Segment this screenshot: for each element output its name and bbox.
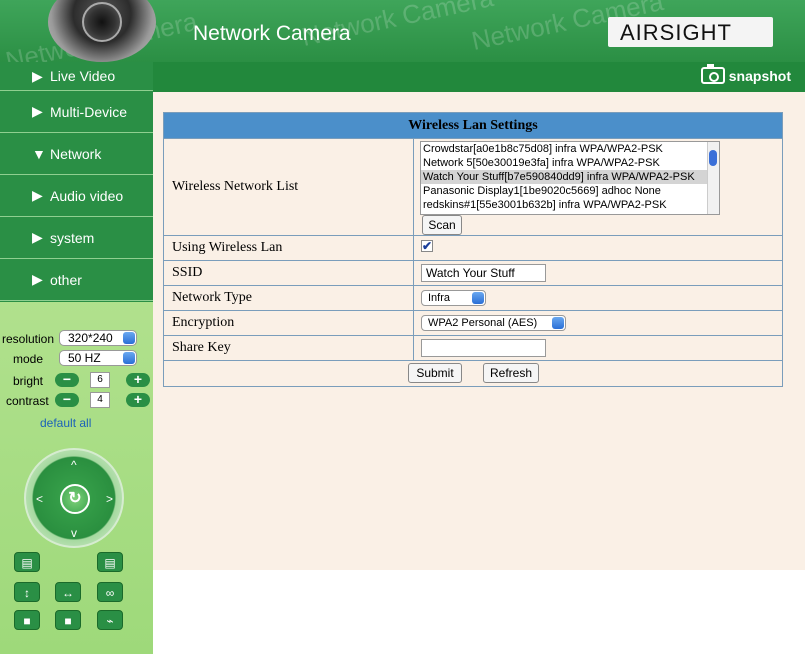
- resolution-label: resolution: [2, 332, 55, 346]
- select-arrow-icon: [123, 332, 135, 344]
- contrast-minus-button[interactable]: −: [55, 392, 79, 407]
- triangle-right-icon: ▶: [32, 103, 43, 119]
- resolution-value: 320*240: [68, 331, 113, 345]
- sidebar: ▶ Live Video ▶ Multi-Device ▼ Network ▶ …: [0, 62, 153, 654]
- camera-icon: [700, 64, 725, 84]
- triangle-right-icon: ▶: [32, 271, 43, 287]
- encryption-value: WPA2 Personal (AES): [428, 317, 538, 329]
- preset-set-icon[interactable]: ▤: [14, 552, 40, 572]
- io-switch-icon[interactable]: ⌁: [97, 610, 123, 630]
- encryption-label: Encryption: [164, 311, 414, 335]
- triangle-right-icon: ▶: [32, 67, 43, 84]
- using-wireless-checkbox[interactable]: ✔: [421, 240, 433, 252]
- pan-up-icon[interactable]: ^: [71, 458, 77, 472]
- row-network-type: Network Type Infra: [164, 286, 782, 311]
- bright-label: bright: [13, 374, 44, 388]
- preset-go-icon[interactable]: ▤: [97, 552, 123, 572]
- sidebar-item-label: other: [50, 271, 82, 288]
- triangle-right-icon: ▶: [32, 187, 43, 203]
- scrollbar-thumb[interactable]: [709, 150, 717, 166]
- sidebar-item-label: Audio video: [50, 187, 124, 204]
- ptz-center-icon[interactable]: ↻: [60, 484, 90, 514]
- bright-plus-button[interactable]: +: [126, 372, 150, 387]
- contrast-value: 4: [90, 392, 110, 408]
- sidebar-item-label: Multi-Device: [50, 103, 128, 120]
- share-key-input[interactable]: [421, 339, 546, 357]
- sidebar-item-label: system: [50, 229, 95, 246]
- sidebar-item-live-video[interactable]: ▶ Live Video: [0, 62, 153, 91]
- pan-right-icon[interactable]: >: [106, 492, 113, 506]
- share-key-label: Share Key: [164, 336, 414, 360]
- sidebar-item-label: Live Video: [50, 68, 116, 84]
- row-using-wireless: Using Wireless Lan ✔: [164, 236, 782, 261]
- toolbar: snapshot: [153, 62, 805, 92]
- loop-patrol-icon[interactable]: ∞: [97, 582, 123, 602]
- list-item[interactable]: Crowdstar[a0e1b8c75d08] infra WPA/WPA2-P…: [421, 142, 707, 156]
- snapshot-button[interactable]: snapshot: [700, 64, 791, 84]
- sidebar-item-network[interactable]: ▼ Network: [0, 133, 153, 175]
- pan-left-icon[interactable]: <: [36, 492, 43, 506]
- main-content: Wireless Lan Settings Wireless Network L…: [153, 92, 805, 570]
- listbox-scrollbar[interactable]: [707, 142, 719, 214]
- network-type-select[interactable]: Infra: [421, 290, 486, 306]
- select-arrow-icon: [123, 352, 135, 364]
- panel-title: Wireless Lan Settings: [164, 113, 782, 139]
- brand-logo-text: AIRSIGHT: [620, 20, 732, 45]
- row-share-key: Share Key: [164, 336, 782, 361]
- sidebar-item-label: Network: [50, 145, 102, 162]
- page-title: Network Camera: [193, 22, 351, 45]
- wireless-settings-panel: Wireless Lan Settings Wireless Network L…: [163, 112, 783, 387]
- bright-minus-button[interactable]: −: [55, 372, 79, 387]
- bright-value: 6: [90, 372, 110, 388]
- select-arrow-icon: [552, 317, 564, 329]
- list-item[interactable]: Watch Your Stuff[b7e590840dd9] infra WPA…: [421, 170, 707, 184]
- sidebar-item-multi-device[interactable]: ▶ Multi-Device: [0, 91, 153, 133]
- resolution-select[interactable]: 320*240: [59, 330, 137, 346]
- encryption-select[interactable]: WPA2 Personal (AES): [421, 315, 566, 331]
- scan-button[interactable]: Scan: [422, 215, 462, 235]
- submit-button[interactable]: Submit: [408, 363, 462, 383]
- sidebar-item-other[interactable]: ▶ other: [0, 259, 153, 301]
- refresh-button[interactable]: Refresh: [483, 363, 539, 383]
- list-item[interactable]: Panasonic Display1[1be9020c5669] adhoc N…: [421, 184, 707, 198]
- mode-label: mode: [13, 352, 44, 366]
- list-item[interactable]: Network 5[50e30019e3fa] infra WPA/WPA2-P…: [421, 156, 707, 170]
- row-network-list: Wireless Network List Crowdstar[a0e1b8c7…: [164, 139, 782, 236]
- camera-lens-icon: [82, 2, 122, 42]
- row-encryption: Encryption WPA2 Personal (AES): [164, 311, 782, 336]
- list-item[interactable]: redskins#1[55e3001b632b] infra WPA/WPA2-…: [421, 198, 707, 212]
- mode-value: 50 HZ: [68, 351, 101, 365]
- using-wireless-label: Using Wireless Lan: [164, 236, 414, 260]
- sidebar-menu: ▶ Live Video ▶ Multi-Device ▼ Network ▶ …: [0, 62, 153, 302]
- triangle-right-icon: ▶: [32, 229, 43, 245]
- snapshot-label: snapshot: [728, 67, 791, 84]
- triangle-down-icon: ▼: [32, 145, 46, 162]
- ptz-joystick[interactable]: ^ v < > ↻: [24, 448, 124, 548]
- network-type-value: Infra: [428, 292, 451, 304]
- default-all-link[interactable]: default all: [40, 416, 91, 430]
- header: Network Camera Network Camera Network Ca…: [0, 0, 805, 62]
- vertical-patrol-icon[interactable]: ↕: [14, 582, 40, 602]
- network-type-label: Network Type: [164, 286, 414, 310]
- select-arrow-icon: [472, 292, 484, 304]
- network-list-label: Wireless Network List: [164, 139, 414, 235]
- network-listbox[interactable]: Crowdstar[a0e1b8c75d08] infra WPA/WPA2-P…: [420, 141, 720, 215]
- mode-select[interactable]: 50 HZ: [59, 350, 137, 366]
- row-actions: Submit Refresh: [164, 361, 782, 386]
- stop-patrol-icon[interactable]: ■: [55, 610, 81, 630]
- pan-down-icon[interactable]: v: [71, 526, 77, 540]
- contrast-plus-button[interactable]: +: [126, 392, 150, 407]
- sidebar-item-audio-video[interactable]: ▶ Audio video: [0, 175, 153, 217]
- ssid-input[interactable]: Watch Your Stuff: [421, 264, 546, 282]
- row-ssid: SSID Watch Your Stuff: [164, 261, 782, 286]
- horizontal-patrol-icon[interactable]: ↔: [55, 582, 81, 602]
- sidebar-item-system[interactable]: ▶ system: [0, 217, 153, 259]
- stop-icon[interactable]: ■: [14, 610, 40, 630]
- ssid-label: SSID: [164, 261, 414, 285]
- contrast-label: contrast: [6, 394, 49, 408]
